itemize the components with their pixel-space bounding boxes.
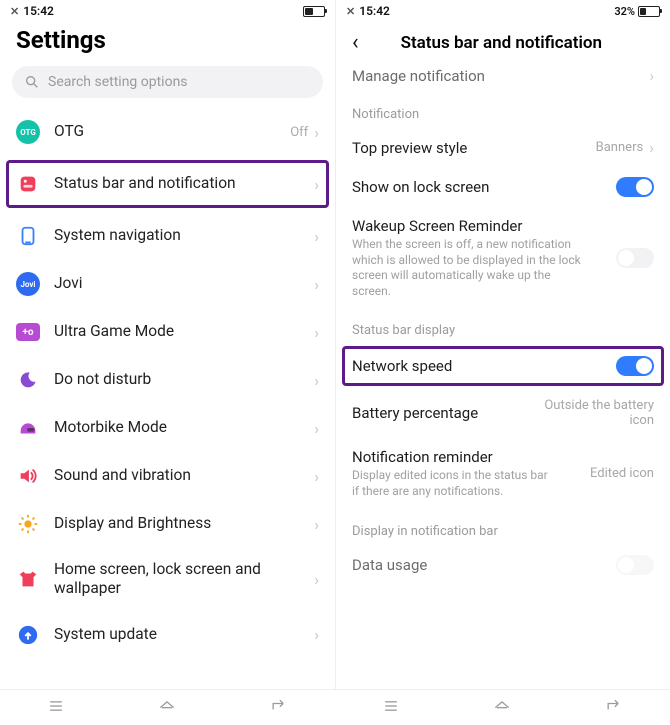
settings-item-ultra-game[interactable]: +o Ultra Game Mode›: [0, 308, 335, 356]
home-button[interactable]: [492, 696, 512, 720]
search-icon: [24, 74, 40, 90]
chevron-right-icon: ›: [314, 625, 319, 644]
recents-button[interactable]: [46, 696, 66, 720]
settings-item-label: Motorbike Mode: [54, 418, 314, 437]
battery-icon: [303, 6, 325, 17]
settings-item-label: System navigation: [54, 226, 314, 245]
settings-item-home[interactable]: Home screen, lock screen and wallpaper›: [0, 548, 335, 611]
network-speed-row: Network speed: [342, 346, 664, 386]
chevron-right-icon: ›: [314, 227, 319, 246]
settings-item-dnd[interactable]: Do not disturb›: [0, 356, 335, 404]
battery-text: 32%: [614, 5, 635, 18]
settings-item-update[interactable]: System update›: [0, 611, 335, 659]
status-icon: [16, 172, 40, 196]
nav-icon: [16, 224, 40, 248]
data-usage-row: Data usage: [336, 545, 670, 585]
navigation-bar: [0, 689, 670, 725]
back-button[interactable]: [604, 696, 624, 720]
chevron-right-icon: ›: [314, 371, 319, 390]
battery-icon: [638, 6, 660, 17]
moon-icon: [16, 368, 40, 392]
status-bar-notification-screen: ✕ 15:42 32% ‹ Status bar and notificatio…: [335, 0, 670, 689]
back-button[interactable]: [269, 696, 289, 720]
chevron-right-icon: ›: [649, 67, 654, 85]
settings-item-label: Ultra Game Mode: [54, 322, 314, 341]
settings-item-jovi[interactable]: JoviJovi›: [0, 260, 335, 308]
game-icon: +o: [16, 320, 40, 344]
settings-item-label: OTG: [54, 122, 290, 141]
settings-item-sys-nav[interactable]: System navigation›: [0, 212, 335, 260]
chevron-right-icon: ›: [314, 515, 319, 534]
clock: 15:42: [359, 4, 390, 18]
chevron-right-icon: ›: [314, 467, 319, 486]
settings-screen: ✕ 15:42 Settings Search setting options …: [0, 0, 335, 689]
silent-icon: ✕: [346, 5, 355, 18]
helmet-icon: [16, 416, 40, 440]
chevron-right-icon: ›: [314, 275, 319, 294]
status-bar: ✕ 15:42: [0, 0, 335, 20]
update-icon: [16, 623, 40, 647]
settings-item-label: Sound and vibration: [54, 466, 314, 485]
wakeup-row: Wakeup Screen Reminder When the screen i…: [336, 207, 670, 309]
section-notification: Notification: [336, 93, 670, 128]
settings-item-label: Status bar and notification: [54, 174, 314, 193]
settings-item-label: Display and Brightness: [54, 514, 314, 533]
jovi-icon: Jovi: [16, 272, 40, 296]
silent-icon: ✕: [10, 5, 19, 18]
otg-icon: OTG: [16, 120, 40, 144]
settings-item-label: System update: [54, 625, 314, 644]
lock-screen-toggle[interactable]: [616, 177, 654, 197]
settings-list: OTGOTGOff›Status bar and notification›Sy…: [0, 108, 335, 689]
section-notif-bar: Display in notification bar: [336, 510, 670, 545]
settings-item-label: Home screen, lock screen and wallpaper: [54, 560, 314, 599]
page-header: ‹ Status bar and notification: [336, 20, 670, 63]
notification-reminder-row[interactable]: Notification reminder Display edited ico…: [336, 438, 670, 509]
search-input[interactable]: Search setting options: [12, 66, 323, 98]
status-bar: ✕ 15:42 32%: [336, 0, 670, 20]
back-button[interactable]: ‹: [348, 30, 363, 55]
chevron-right-icon: ›: [314, 323, 319, 342]
sun-icon: [16, 512, 40, 536]
home-button[interactable]: [157, 696, 177, 720]
page-title: Settings: [0, 20, 335, 66]
chevron-right-icon: ›: [314, 175, 319, 194]
recents-button[interactable]: [381, 696, 401, 720]
clock: 15:42: [23, 4, 54, 18]
chevron-right-icon: ›: [649, 138, 654, 157]
settings-item-otg[interactable]: OTGOTGOff›: [0, 108, 335, 156]
data-usage-toggle[interactable]: [616, 555, 654, 575]
top-preview-row[interactable]: Top preview style Banners ›: [336, 128, 670, 167]
settings-item-sound[interactable]: Sound and vibration›: [0, 452, 335, 500]
settings-item-value: Off: [290, 125, 308, 140]
network-speed-toggle[interactable]: [616, 356, 654, 376]
settings-item-display[interactable]: Display and Brightness›: [0, 500, 335, 548]
wakeup-toggle[interactable]: [616, 248, 654, 268]
sound-icon: [16, 464, 40, 488]
search-placeholder: Search setting options: [48, 74, 188, 90]
settings-item-motorbike[interactable]: Motorbike Mode›: [0, 404, 335, 452]
settings-item-status-bar[interactable]: Status bar and notification›: [6, 160, 329, 208]
chevron-right-icon: ›: [314, 570, 319, 589]
shirt-icon: [16, 567, 40, 591]
chevron-right-icon: ›: [314, 419, 319, 438]
battery-percentage-row[interactable]: Battery percentage Outside the battery i…: [336, 388, 670, 438]
settings-item-label: Do not disturb: [54, 370, 314, 389]
section-status-bar: Status bar display: [336, 309, 670, 344]
chevron-right-icon: ›: [314, 123, 319, 142]
manage-notification-row[interactable]: Manage notification›: [336, 63, 670, 93]
lock-screen-row: Show on lock screen: [336, 167, 670, 207]
page-title: Status bar and notification: [371, 33, 658, 53]
settings-item-label: Jovi: [54, 274, 314, 293]
